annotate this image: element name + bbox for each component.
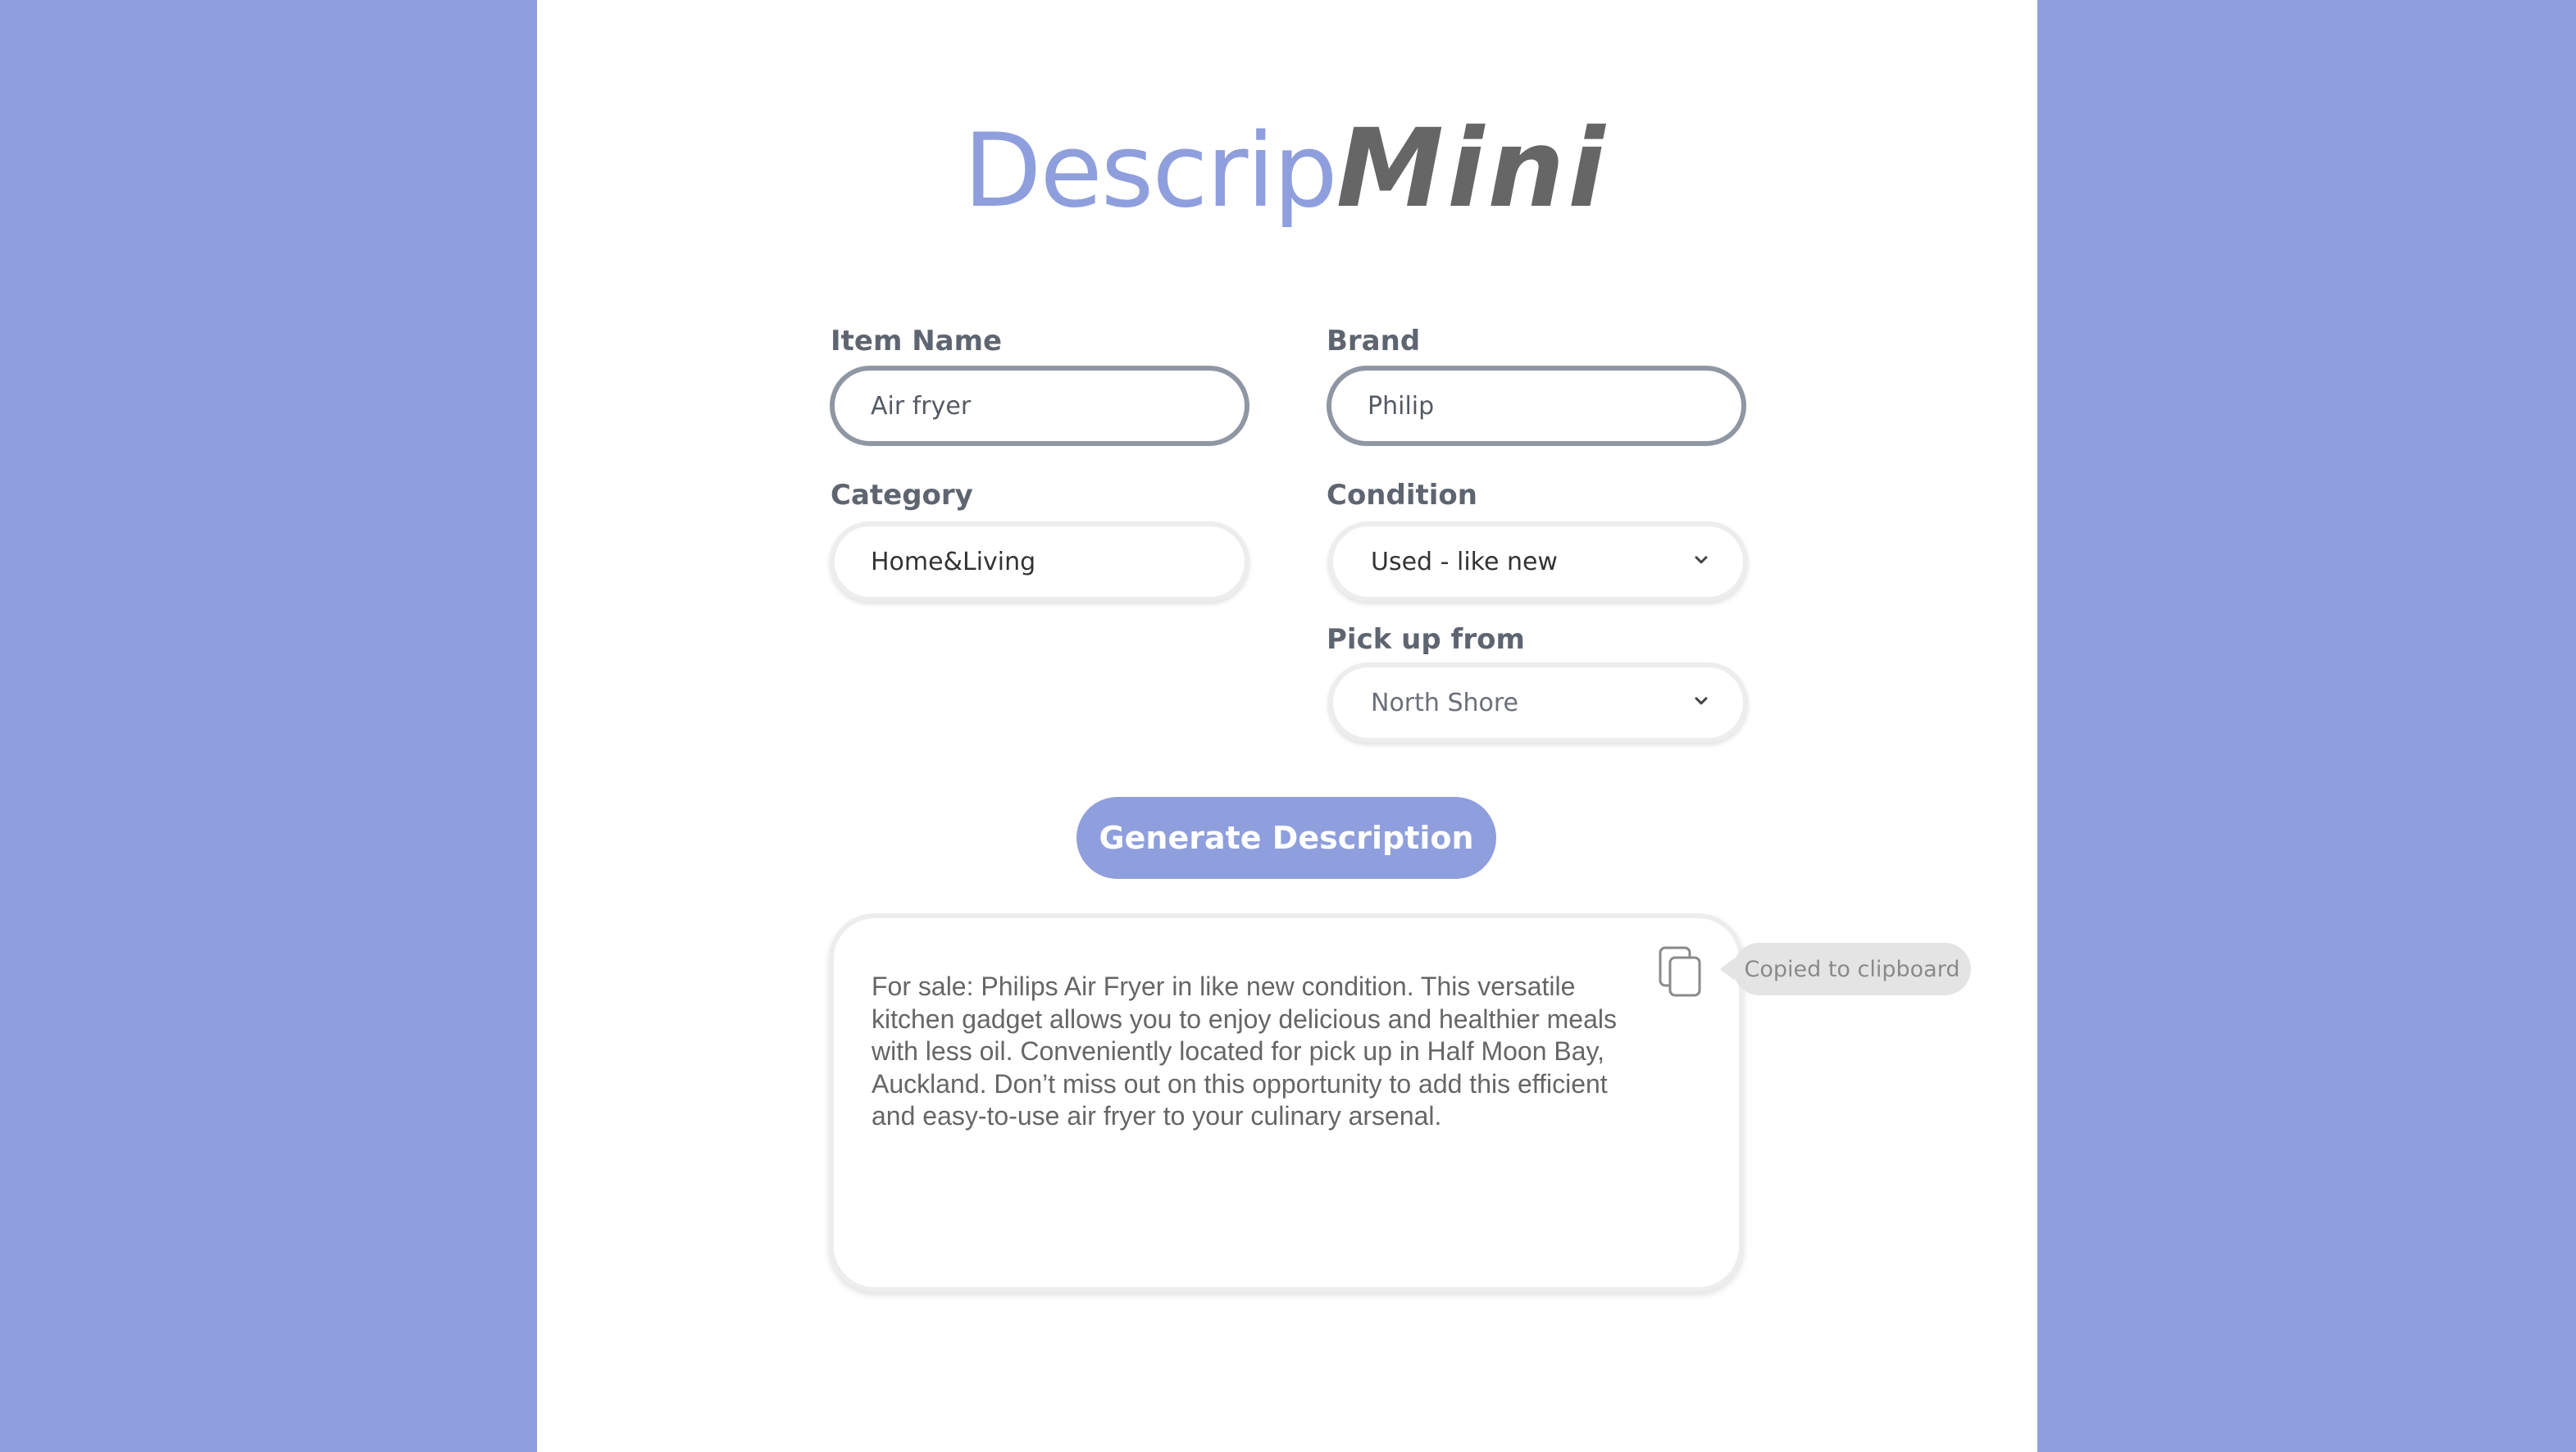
item-name-value: Air fryer [871,391,972,421]
condition-select[interactable]: Used - like new [1328,521,1748,602]
category-input[interactable]: Home&Living [830,521,1249,602]
app-logo: DescripMini [963,115,1609,254]
category-value: Home&Living [871,547,1036,576]
pickup-selected: North Shore [1371,688,1518,717]
pickup-label: Pick up from [1327,623,1525,656]
item-name-label: Item Name [831,325,1003,357]
item-name-input[interactable]: Air fryer [830,366,1249,446]
pickup-select[interactable]: North Shore [1328,662,1748,743]
description-output[interactable]: For sale: Philips Air Fryer in like new … [829,913,1744,1292]
chevron-down-icon [1695,556,1708,564]
brand-input[interactable]: Philip [1327,366,1746,446]
condition-label: Condition [1327,479,1477,512]
brand-label: Brand [1327,325,1421,357]
toast-text: Copied to clipboard [1733,943,1971,995]
chevron-down-icon [1695,697,1708,705]
logo-descrip: Descrip [963,112,1338,230]
copy-icon[interactable] [1657,944,1704,999]
description-text: For sale: Philips Air Fryer in like new … [872,972,1617,1131]
category-label: Category [831,479,973,512]
logo-mini: Mini [1336,106,1609,232]
brand-value: Philip [1368,391,1435,421]
condition-selected: Used - like new [1371,547,1558,576]
generate-description-button[interactable]: Generate Description [1076,797,1496,879]
copied-toast: Copied to clipboard [1720,943,1971,995]
